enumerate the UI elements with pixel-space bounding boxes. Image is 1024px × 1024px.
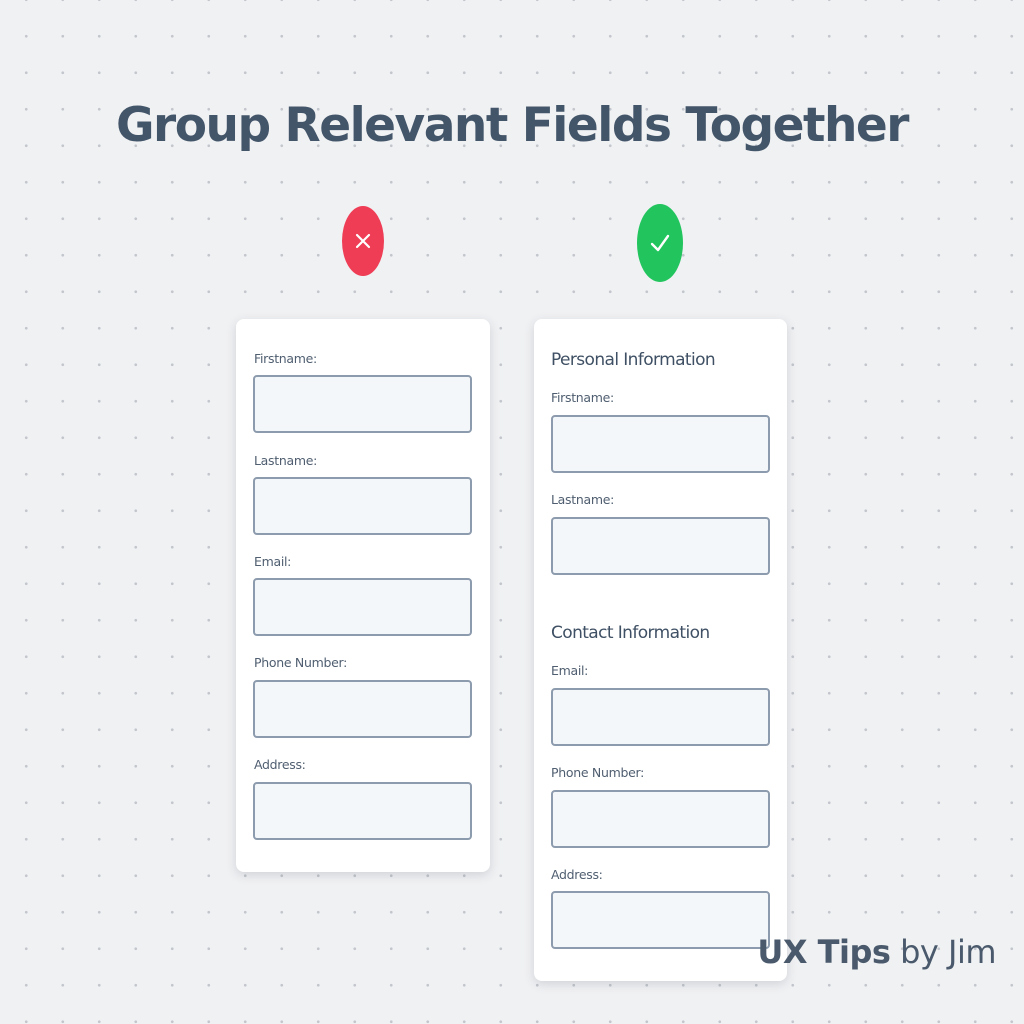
- email-input[interactable]: [551, 688, 770, 746]
- address-label: Address:: [254, 757, 306, 772]
- lastname-input[interactable]: [253, 477, 472, 535]
- ungrouped-form-card: Firstname: Lastname: Email: Phone Number…: [236, 319, 490, 872]
- contact-information-heading: Contact Information: [551, 623, 710, 643]
- check-icon: [650, 234, 670, 252]
- grouped-form-card: Personal Information Firstname: Lastname…: [534, 319, 787, 981]
- firstname-input[interactable]: [551, 415, 770, 473]
- email-label: Email:: [254, 554, 292, 569]
- personal-information-heading: Personal Information: [551, 350, 716, 370]
- correct-badge: [637, 204, 683, 282]
- author-credit: UX Tips by Jim: [757, 933, 996, 971]
- email-input[interactable]: [253, 578, 472, 636]
- firstname-label: Firstname:: [254, 351, 317, 366]
- lastname-label: Lastname:: [254, 453, 317, 468]
- incorrect-badge: [342, 206, 384, 276]
- phone-number-label: Phone Number:: [254, 655, 347, 670]
- address-input[interactable]: [253, 782, 472, 840]
- credit-author: by Jim: [900, 933, 996, 971]
- page-title: Group Relevant Fields Together: [115, 98, 910, 153]
- credit-brand: UX Tips: [757, 933, 891, 971]
- phone-number-label: Phone Number:: [551, 765, 644, 780]
- firstname-label: Firstname:: [551, 390, 614, 405]
- phone-number-input[interactable]: [253, 680, 472, 738]
- lastname-input[interactable]: [551, 517, 770, 575]
- phone-number-input[interactable]: [551, 790, 770, 848]
- firstname-input[interactable]: [253, 375, 472, 433]
- address-input[interactable]: [551, 891, 770, 949]
- address-label: Address:: [551, 867, 603, 882]
- lastname-label: Lastname:: [551, 492, 614, 507]
- email-label: Email:: [551, 663, 589, 678]
- cross-icon: [355, 233, 371, 249]
